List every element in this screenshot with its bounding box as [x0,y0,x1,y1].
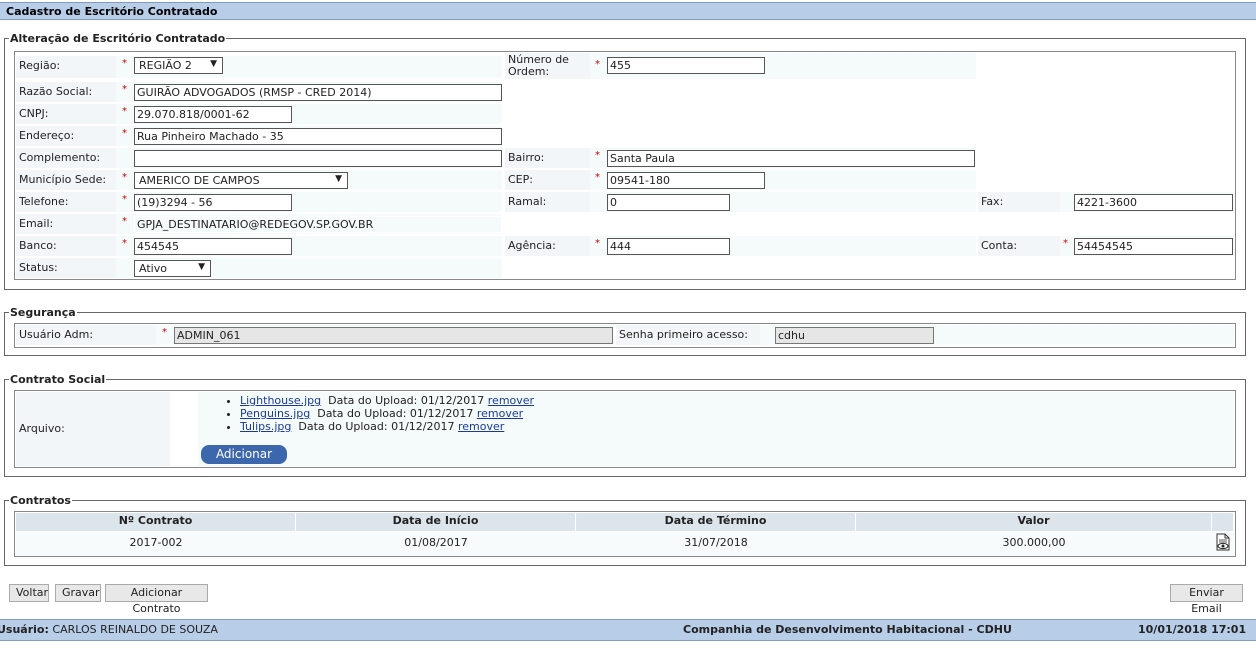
voltar-button[interactable]: Voltar [9,584,49,602]
required-marker: * [162,327,167,338]
required-marker: * [595,150,600,161]
contratos-legend: Contratos [10,494,71,507]
required-marker: * [595,59,600,70]
agencia-input[interactable]: 444 [607,238,730,255]
file-link[interactable]: Penguins.jpg [240,407,310,420]
footer-user-name: CARLOS REINALDO DE SOUZA [52,623,218,636]
ramal-label: Ramal: [505,192,590,212]
cep-label: CEP: [505,170,590,190]
file-link[interactable]: Tulips.jpg [240,420,291,433]
status-label: Status: [16,258,116,278]
contrato-termino: 31/07/2018 [576,532,856,556]
required-marker: * [122,84,127,95]
ramal-input[interactable]: 0 [607,194,730,211]
contrato-inicio: 01/08/2017 [296,532,576,556]
municipio-label: Município Sede: [16,170,116,190]
usuario-adm-label: Usuário Adm: [16,325,156,345]
footer-company: Companhia de Desenvolvimento Habitaciona… [683,623,1012,636]
regiao-select[interactable]: REGIÃO 2 ▼ [134,57,223,74]
arquivo-label: Arquivo: [16,392,170,466]
regiao-label: Região: [16,56,116,78]
senha-label: Senha primeiro acesso: [616,325,760,345]
chevron-down-icon: ▼ [335,174,342,184]
razao-social-input[interactable]: GUIRÃO ADVOGADOS (RMSP - CRED 2014) [134,84,502,101]
cnpj-label: CNPJ: [16,104,116,124]
column-header: Data de Término [576,513,856,531]
page-title: Cadastro de Escritório Contratado [0,2,1256,20]
upload-date: Data do Upload: 01/12/2017 [298,420,455,433]
contrato-numero: 2017-002 [16,532,296,556]
required-marker: * [122,58,127,69]
seguranca-legend: Segurança [10,306,76,319]
column-header: Valor [856,513,1212,531]
usuario-adm-input[interactable]: ADMIN_061 [174,327,613,344]
regiao-select-value: REGIÃO 2 [139,59,192,72]
remove-file-link[interactable]: remover [477,407,523,420]
email-label: Email: [16,214,116,234]
column-header-actions [1212,513,1234,531]
file-link[interactable]: Lighthouse.jpg [240,394,321,407]
required-marker: * [122,172,127,183]
enviar-email-button[interactable]: Enviar Email [1170,584,1243,615]
fax-label: Fax: [978,192,1060,212]
required-marker: * [1063,238,1068,249]
bairro-label: Bairro: [505,148,590,168]
footer-bar: Usuário: CARLOS REINALDO DE SOUZA Compan… [0,619,1256,641]
telefone-label: Telefone: [16,192,116,212]
footer-user-label: Usuário: [0,623,49,636]
adicionar-arquivo-button[interactable]: Adicionar [201,445,287,464]
contrato-valor: 300.000,00 [856,532,1212,556]
remove-file-link[interactable]: remover [488,394,534,407]
cnpj-input[interactable]: 29.070.818/0001-62 [134,106,292,123]
chevron-down-icon: ▼ [210,59,217,69]
column-header: Data de Início [296,513,576,531]
municipio-select[interactable]: AMERICO DE CAMPOS ▼ [134,172,348,189]
conta-label: Conta: [978,236,1060,256]
numero-ordem-label: Número de Ordem: [505,53,590,79]
gravar-button[interactable]: Gravar [55,584,101,602]
alteracao-legend: Alteração de Escritório Contratado [10,32,226,45]
view-document-icon[interactable] [1215,533,1231,551]
adicionar-contrato-button[interactable]: Adicionar Contrato [105,584,208,615]
remove-file-link[interactable]: remover [458,420,504,433]
status-select-value: Ativo [139,262,167,275]
footer-user: Usuário: CARLOS REINALDO DE SOUZA [0,620,218,640]
required-marker: * [122,128,127,139]
banco-input[interactable]: 454545 [134,238,292,255]
required-marker: * [122,194,127,205]
municipio-select-value: AMERICO DE CAMPOS [139,174,260,187]
required-marker: * [122,238,127,249]
file-list: Lighthouse.jpg Data do Upload: 01/12/201… [222,394,534,433]
file-item: Tulips.jpg Data do Upload: 01/12/2017 re… [240,420,534,433]
contrato-social-legend: Contrato Social [10,373,106,386]
endereco-label: Endereço: [16,126,116,146]
senha-input[interactable]: cdhu [775,327,934,344]
status-select[interactable]: Ativo ▼ [134,260,211,277]
file-item: Penguins.jpg Data do Upload: 01/12/2017 … [240,407,534,420]
bairro-input[interactable]: Santa Paula [607,150,975,167]
endereco-input[interactable]: Rua Pinheiro Machado - 35 [134,128,502,145]
razao-social-label: Razão Social: [16,82,116,102]
file-item: Lighthouse.jpg Data do Upload: 01/12/201… [240,394,534,407]
chevron-down-icon: ▼ [198,262,205,272]
banco-label: Banco: [16,236,116,256]
telefone-input[interactable]: (19)3294 - 56 [134,194,292,211]
conta-input[interactable]: 54454545 [1074,238,1233,255]
complemento-input[interactable] [134,150,502,167]
agencia-label: Agência: [505,236,590,256]
cep-input[interactable]: 09541-180 [607,172,765,189]
required-marker: * [122,106,127,117]
complemento-label: Complemento: [16,148,116,168]
fax-input[interactable]: 4221-3600 [1074,194,1233,211]
required-marker: * [122,216,127,227]
column-header: Nº Contrato [16,513,296,531]
upload-date: Data do Upload: 01/12/2017 [317,407,474,420]
upload-date: Data do Upload: 01/12/2017 [328,394,485,407]
footer-datetime: 10/01/2018 17:01 [1138,623,1247,636]
required-marker: * [595,238,600,249]
numero-ordem-input[interactable]: 455 [607,57,765,74]
email-input[interactable]: GPJA_DESTINATARIO@REDEGOV.SP.GOV.BR [134,216,502,233]
required-marker: * [595,172,600,183]
